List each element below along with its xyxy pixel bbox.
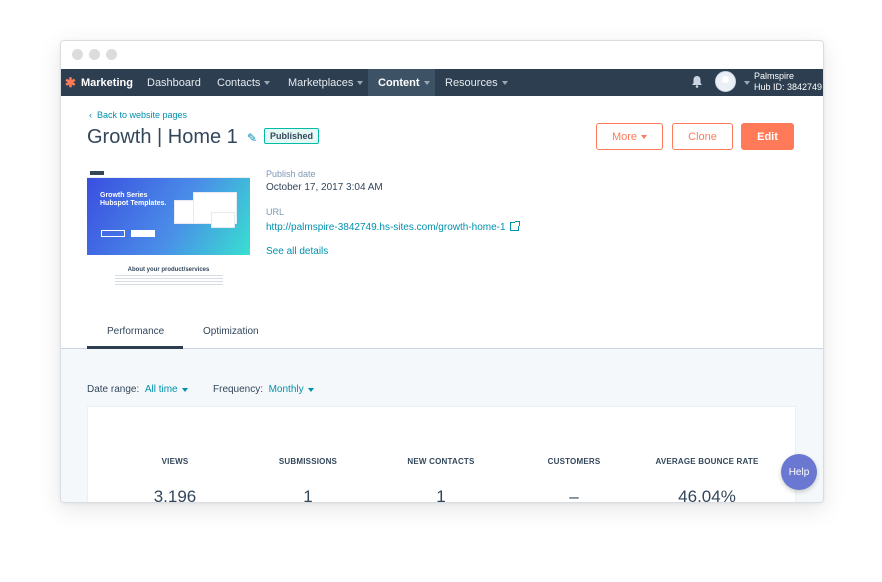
page-preview-thumbnail[interactable]: Growth Series Hubspot Templates. About y… — [87, 169, 250, 287]
url-link[interactable]: http://palmspire-3842749.hs-sites.com/gr… — [266, 221, 520, 233]
nav-item-resources[interactable]: Resources — [437, 69, 516, 96]
date-range-label: Date range: — [87, 384, 140, 395]
chevron-down-icon — [264, 80, 271, 85]
date-range-dropdown[interactable]: All time — [142, 384, 188, 395]
edit-button-label: Edit — [757, 130, 778, 143]
stat-submissions-value: 1 — [303, 487, 313, 503]
browser-window: ✱ Marketing Dashboard Contacts Marketpla… — [60, 40, 824, 503]
external-link-icon — [509, 221, 520, 231]
stats-card: VIEWS 3,196 SUBMISSIONS 1 NEW CONTACTS 1… — [87, 406, 796, 503]
date-range-filter: Date range: All time — [87, 384, 188, 395]
chevron-down-icon — [641, 134, 648, 139]
back-link[interactable]: ‹ Back to website pages — [89, 110, 187, 120]
stat-submissions-label: SUBMISSIONS — [278, 457, 338, 466]
help-button[interactable]: Help — [781, 454, 817, 490]
preview-hero: Growth Series Hubspot Templates. — [87, 178, 250, 255]
clone-button-label: Clone — [688, 130, 717, 143]
nav-item-dashboard[interactable]: Dashboard — [139, 69, 209, 96]
stat-new-contacts-label: NEW CONTACTS — [407, 457, 475, 466]
sprocket-icon: ✱ — [65, 74, 76, 90]
publish-date-label: Publish date — [266, 169, 316, 179]
nav-item-label: Resources — [445, 76, 498, 89]
stat-customers-value: – — [569, 487, 579, 503]
nav-item-label: Marketplaces — [288, 76, 354, 89]
preview-body-text — [115, 275, 223, 285]
chevron-down-icon — [357, 80, 364, 85]
tab-bar: Performance Optimization — [61, 313, 823, 349]
frequency-filter: Frequency: Monthly — [213, 384, 314, 395]
stat-new-contacts-value: 1 — [436, 487, 446, 503]
tab-optimization[interactable]: Optimization — [203, 326, 259, 337]
window-maximize-dot[interactable] — [106, 49, 117, 60]
edit-button[interactable]: Edit — [741, 123, 794, 150]
nav-item-content[interactable]: Content — [368, 69, 435, 96]
window-close-dot[interactable] — [72, 49, 83, 60]
window-minimize-dot[interactable] — [89, 49, 100, 60]
bell-icon[interactable] — [690, 75, 704, 89]
stat-views-label: VIEWS — [161, 457, 189, 466]
preview-hero-button — [131, 230, 155, 237]
preview-header — [87, 169, 250, 178]
avatar[interactable] — [715, 71, 736, 92]
see-all-details-link[interactable]: See all details — [266, 246, 328, 257]
preview-hero-heading: Growth Series Hubspot Templates. — [100, 192, 167, 207]
stat-bounce-rate-value: 46.04% — [678, 487, 736, 503]
url-link-text: http://palmspire-3842749.hs-sites.com/gr… — [266, 222, 506, 233]
nav-item-marketplaces[interactable]: Marketplaces — [280, 69, 371, 96]
back-link-label: Back to website pages — [97, 110, 188, 120]
chevron-down-icon[interactable] — [744, 81, 750, 85]
chevron-down-icon — [423, 80, 430, 85]
frequency-value: Monthly — [268, 384, 304, 395]
preview-logo — [90, 171, 104, 175]
preview-hero-button — [101, 230, 125, 237]
nav-item-contacts[interactable]: Contacts — [209, 69, 278, 96]
hub-id: Hub ID: 3842749 — [754, 82, 823, 92]
account-menu[interactable]: Palmspire Hub ID: 3842749 — [754, 71, 822, 93]
preview-about-heading: About your product/services — [127, 267, 210, 273]
chevron-down-icon — [181, 388, 188, 392]
nav-brand[interactable]: ✱ Marketing — [65, 69, 133, 96]
date-range-value: All time — [144, 384, 178, 395]
frequency-label: Frequency: — [213, 384, 264, 395]
nav-item-label: Content — [378, 76, 420, 89]
clone-button[interactable]: Clone — [672, 123, 733, 150]
page-title: Growth | Home 1 — [87, 126, 238, 148]
nav-item-label: Contacts — [217, 76, 261, 89]
nav-brand-label: Marketing — [81, 76, 133, 89]
pencil-icon[interactable]: ✎ — [247, 131, 257, 145]
url-label: URL — [266, 207, 285, 217]
frequency-dropdown[interactable]: Monthly — [266, 384, 314, 395]
more-button-label: More — [611, 130, 638, 143]
publish-date-value: October 17, 2017 3:04 AM — [266, 182, 383, 193]
chevron-down-icon — [307, 388, 314, 392]
tab-performance[interactable]: Performance — [107, 326, 164, 337]
preview-screen — [211, 212, 235, 228]
status-badge: Published — [264, 128, 320, 144]
stat-views-value: 3,196 — [153, 487, 197, 503]
window-titlebar — [61, 41, 823, 69]
more-button[interactable]: More — [596, 123, 663, 150]
account-name: Palmspire — [754, 71, 795, 81]
chevron-down-icon — [501, 80, 508, 85]
nav-item-label: Dashboard — [147, 76, 201, 89]
stat-customers-label: CUSTOMERS — [547, 457, 601, 466]
top-navbar: ✱ Marketing Dashboard Contacts Marketpla… — [61, 69, 823, 96]
stat-bounce-rate-label: AVERAGE BOUNCE RATE — [655, 457, 759, 466]
